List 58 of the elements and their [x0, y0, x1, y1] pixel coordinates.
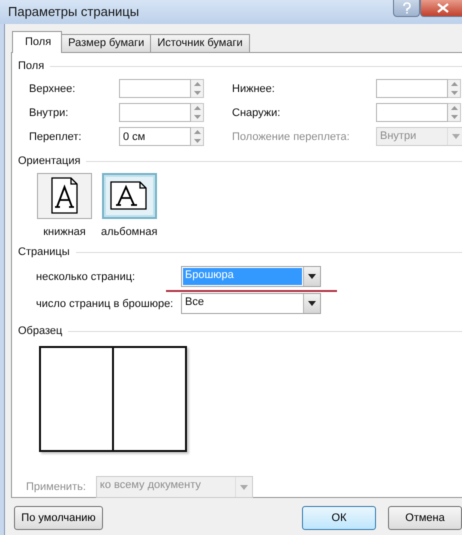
input-field[interactable]	[376, 79, 448, 98]
caret-icon	[308, 301, 316, 306]
landscape-page-icon	[110, 181, 148, 211]
tab[interactable]: Источник бумаги	[150, 34, 250, 52]
field-label: Положение переплета:	[232, 130, 351, 142]
tab[interactable]: Размер бумаги	[61, 34, 152, 52]
down-arrow-icon	[450, 90, 458, 95]
field-value: Все	[184, 295, 205, 310]
selected-text: Брошюра	[183, 268, 302, 285]
option-label: альбомная	[101, 225, 158, 239]
input-field[interactable]: 0 см	[119, 127, 191, 146]
caret-icon	[240, 484, 248, 490]
group-title: Ориентация	[18, 155, 80, 167]
field-label: Переплет:	[29, 130, 82, 142]
up-arrow-icon	[194, 130, 200, 134]
spin-buttons[interactable]	[191, 79, 204, 98]
field-label: число страниц в брошюре:	[36, 298, 174, 310]
up-arrow-icon	[450, 82, 458, 86]
portrait-page-icon	[50, 177, 78, 215]
ok-button[interactable]: ОК	[302, 506, 376, 530]
down-arrow-icon	[450, 114, 458, 119]
field-label: Применить:	[26, 481, 86, 493]
group-title: Образец	[18, 325, 62, 337]
caret-icon	[308, 274, 316, 279]
caret-icon	[452, 134, 460, 139]
input-field[interactable]	[376, 103, 448, 122]
down-arrow-icon	[194, 90, 200, 95]
field-label: Снаружи:	[232, 106, 282, 118]
down-arrow-icon	[194, 114, 200, 119]
field-label: несколько страниц:	[36, 270, 136, 282]
up-arrow-icon	[194, 82, 200, 86]
window-title: Параметры страницы	[8, 4, 140, 19]
tab[interactable]: Поля	[12, 31, 62, 53]
spin-buttons[interactable]	[191, 103, 204, 122]
help-icon	[402, 2, 412, 14]
field-label: Верхнее:	[29, 82, 76, 94]
orientation-button[interactable]	[37, 173, 92, 219]
field-label: Внутри:	[29, 106, 70, 118]
cancel-button[interactable]: Отмена	[388, 506, 462, 530]
field-value: 0 см	[123, 130, 146, 142]
dropdown[interactable]: Все	[181, 293, 321, 314]
input-field[interactable]	[119, 79, 191, 98]
close-icon	[437, 3, 449, 13]
default-button[interactable]: По умолчанию	[14, 506, 103, 530]
close-button[interactable]	[420, 0, 462, 17]
option-label: книжная	[43, 225, 86, 239]
spin-buttons[interactable]	[191, 127, 204, 146]
help-button[interactable]	[393, 0, 420, 17]
up-arrow-icon	[450, 106, 458, 110]
group-title: Поля	[18, 60, 44, 72]
spin-buttons[interactable]	[448, 103, 461, 122]
spin-buttons[interactable]	[448, 79, 461, 98]
field-label: Нижнее:	[232, 82, 276, 94]
up-arrow-icon	[194, 106, 200, 110]
orientation-button[interactable]	[102, 173, 157, 219]
group-title: Страницы	[18, 246, 70, 258]
input-field[interactable]	[119, 103, 191, 122]
down-arrow-icon	[194, 138, 200, 143]
